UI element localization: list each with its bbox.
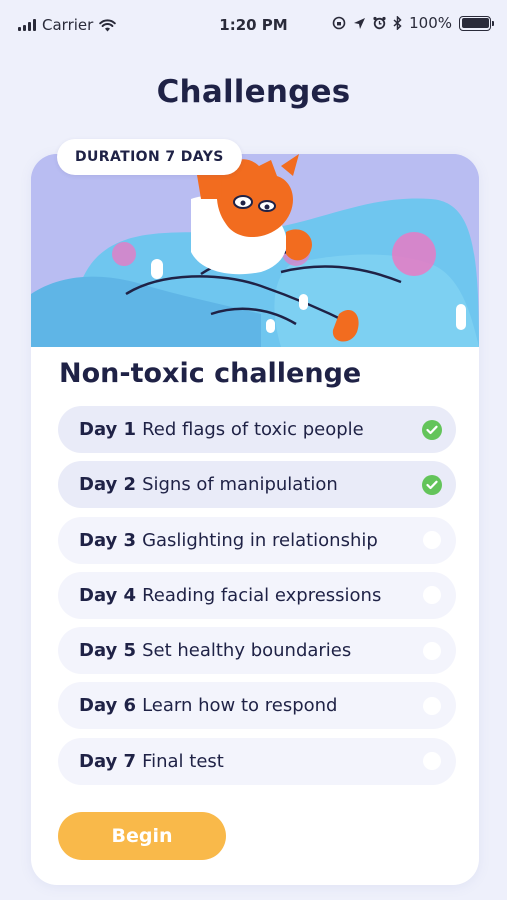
day-label: Signs of manipulation (142, 474, 338, 496)
day-number: Day 7 (79, 750, 137, 772)
status-bar: Carrier 1:20 PM 100% (0, 0, 507, 52)
duration-badge: DURATION 7 DAYS (57, 139, 242, 175)
day-label: Reading facial expressions (142, 584, 382, 606)
day-label: Learn how to respond (142, 695, 338, 717)
incomplete-circle-icon (423, 531, 441, 550)
day-item-1[interactable]: Day 1 Red flags of toxic people (58, 406, 456, 453)
day-item-5[interactable]: Day 5 Set healthy boundaries (58, 627, 456, 675)
day-item-6[interactable]: Day 6 Learn how to respond (58, 682, 456, 730)
day-label: Set healthy boundaries (142, 640, 352, 662)
lock-rotation-icon (332, 16, 346, 30)
bluetooth-icon (393, 16, 402, 30)
day-label: Final test (142, 750, 224, 772)
cat-illustration (31, 154, 479, 347)
day-item-3[interactable]: Day 3 Gaslighting in relationship (58, 516, 456, 564)
day-label: Red flags of toxic people (142, 419, 364, 440)
day-label: Gaslighting in relationship (142, 529, 378, 551)
day-number: Day 1 (79, 419, 137, 440)
incomplete-circle-icon (423, 586, 441, 605)
incomplete-circle-icon (423, 696, 441, 715)
check-icon (422, 474, 442, 495)
incomplete-circle-icon (423, 641, 441, 660)
incomplete-circle-icon (423, 752, 441, 771)
location-icon (354, 17, 366, 29)
day-number: Day 6 (79, 695, 137, 717)
day-number: Day 5 (79, 640, 137, 662)
day-item-4[interactable]: Day 4 Reading facial expressions (58, 571, 456, 619)
day-item-2[interactable]: Day 2 Signs of manipulation (58, 461, 456, 509)
status-right: 100% (332, 14, 494, 32)
day-list: Day 1 Red flags of toxic people Day 2 Si… (58, 406, 456, 793)
hero-illustration (31, 154, 479, 347)
battery-percent: 100% (409, 14, 452, 32)
challenge-card: Non-toxic challenge Day 1 Red flags of t… (31, 154, 479, 885)
alarm-icon (373, 16, 386, 30)
day-number: Day 3 (79, 529, 137, 551)
check-icon (422, 419, 442, 440)
day-number: Day 2 (79, 474, 137, 496)
challenge-title: Non-toxic challenge (59, 358, 362, 389)
begin-button[interactable]: Begin (58, 812, 226, 860)
battery-icon (459, 15, 494, 31)
day-number: Day 4 (79, 584, 137, 606)
page-title: Challenges (156, 74, 351, 110)
day-item-7[interactable]: Day 7 Final test (58, 737, 456, 785)
